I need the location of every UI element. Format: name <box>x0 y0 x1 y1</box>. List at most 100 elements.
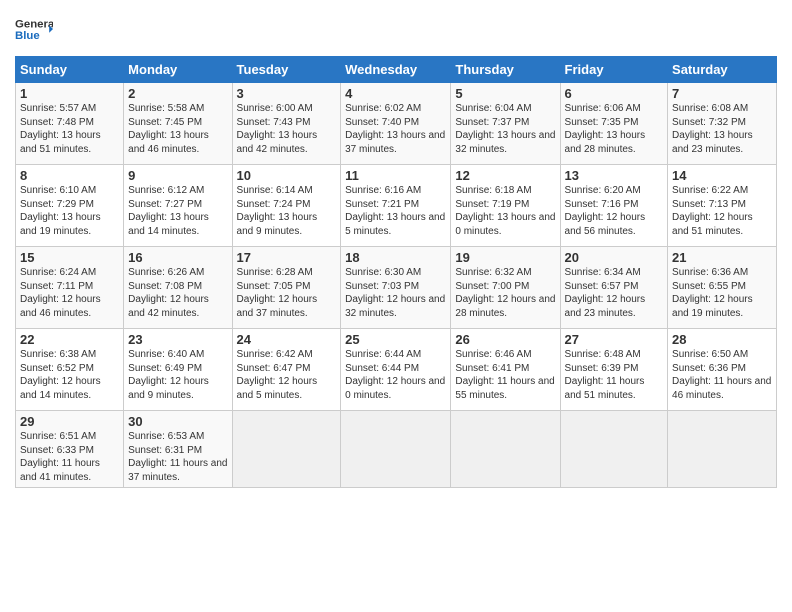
calendar-cell: 7 Sunrise: 6:08 AMSunset: 7:32 PMDayligh… <box>668 83 777 165</box>
day-number: 28 <box>672 332 772 347</box>
day-info: Sunrise: 6:28 AMSunset: 7:05 PMDaylight:… <box>237 267 318 319</box>
calendar-cell: 2 Sunrise: 5:58 AMSunset: 7:45 PMDayligh… <box>124 83 232 165</box>
calendar-cell: 3 Sunrise: 6:00 AMSunset: 7:43 PMDayligh… <box>232 83 341 165</box>
day-info: Sunrise: 6:16 AMSunset: 7:21 PMDaylight:… <box>345 185 445 237</box>
day-number: 4 <box>345 86 446 101</box>
logo: General Blue <box>15 10 53 48</box>
day-info: Sunrise: 6:46 AMSunset: 6:41 PMDaylight:… <box>455 349 554 401</box>
day-info: Sunrise: 6:08 AMSunset: 7:32 PMDaylight:… <box>672 103 753 155</box>
day-number: 21 <box>672 250 772 265</box>
calendar-cell: 12 Sunrise: 6:18 AMSunset: 7:19 PMDaylig… <box>451 165 560 247</box>
calendar-cell: 1 Sunrise: 5:57 AMSunset: 7:48 PMDayligh… <box>16 83 124 165</box>
day-info: Sunrise: 6:20 AMSunset: 7:16 PMDaylight:… <box>565 185 646 237</box>
calendar-cell: 17 Sunrise: 6:28 AMSunset: 7:05 PMDaylig… <box>232 247 341 329</box>
calendar-cell: 24 Sunrise: 6:42 AMSunset: 6:47 PMDaylig… <box>232 329 341 411</box>
day-info: Sunrise: 6:32 AMSunset: 7:00 PMDaylight:… <box>455 267 555 319</box>
day-number: 7 <box>672 86 772 101</box>
calendar-cell <box>560 411 668 488</box>
calendar-cell <box>232 411 341 488</box>
day-number: 30 <box>128 414 227 429</box>
calendar-cell <box>451 411 560 488</box>
day-number: 9 <box>128 168 227 183</box>
day-info: Sunrise: 6:02 AMSunset: 7:40 PMDaylight:… <box>345 103 445 155</box>
col-header-sunday: Sunday <box>16 57 124 83</box>
calendar-cell: 9 Sunrise: 6:12 AMSunset: 7:27 PMDayligh… <box>124 165 232 247</box>
calendar-cell: 16 Sunrise: 6:26 AMSunset: 7:08 PMDaylig… <box>124 247 232 329</box>
day-number: 18 <box>345 250 446 265</box>
calendar-cell: 6 Sunrise: 6:06 AMSunset: 7:35 PMDayligh… <box>560 83 668 165</box>
day-info: Sunrise: 6:48 AMSunset: 6:39 PMDaylight:… <box>565 349 645 401</box>
day-number: 8 <box>20 168 119 183</box>
col-header-tuesday: Tuesday <box>232 57 341 83</box>
day-number: 27 <box>565 332 664 347</box>
calendar-cell: 26 Sunrise: 6:46 AMSunset: 6:41 PMDaylig… <box>451 329 560 411</box>
calendar-cell: 22 Sunrise: 6:38 AMSunset: 6:52 PMDaylig… <box>16 329 124 411</box>
day-info: Sunrise: 6:06 AMSunset: 7:35 PMDaylight:… <box>565 103 646 155</box>
day-number: 20 <box>565 250 664 265</box>
day-number: 29 <box>20 414 119 429</box>
day-info: Sunrise: 6:22 AMSunset: 7:13 PMDaylight:… <box>672 185 753 237</box>
day-number: 2 <box>128 86 227 101</box>
day-number: 11 <box>345 168 446 183</box>
day-info: Sunrise: 6:00 AMSunset: 7:43 PMDaylight:… <box>237 103 318 155</box>
day-info: Sunrise: 6:53 AMSunset: 6:31 PMDaylight:… <box>128 431 227 483</box>
day-number: 24 <box>237 332 337 347</box>
col-header-monday: Monday <box>124 57 232 83</box>
day-info: Sunrise: 6:44 AMSunset: 6:44 PMDaylight:… <box>345 349 445 401</box>
week-row-5: 29 Sunrise: 6:51 AMSunset: 6:33 PMDaylig… <box>16 411 777 488</box>
calendar-table: SundayMondayTuesdayWednesdayThursdayFrid… <box>15 56 777 488</box>
svg-text:Blue: Blue <box>15 30 40 42</box>
col-header-wednesday: Wednesday <box>341 57 451 83</box>
header-row: SundayMondayTuesdayWednesdayThursdayFrid… <box>16 57 777 83</box>
calendar-cell: 8 Sunrise: 6:10 AMSunset: 7:29 PMDayligh… <box>16 165 124 247</box>
day-number: 6 <box>565 86 664 101</box>
day-number: 14 <box>672 168 772 183</box>
day-number: 3 <box>237 86 337 101</box>
day-number: 25 <box>345 332 446 347</box>
day-info: Sunrise: 6:26 AMSunset: 7:08 PMDaylight:… <box>128 267 209 319</box>
day-number: 5 <box>455 86 555 101</box>
calendar-cell: 10 Sunrise: 6:14 AMSunset: 7:24 PMDaylig… <box>232 165 341 247</box>
day-number: 16 <box>128 250 227 265</box>
calendar-cell: 20 Sunrise: 6:34 AMSunset: 6:57 PMDaylig… <box>560 247 668 329</box>
calendar-cell: 4 Sunrise: 6:02 AMSunset: 7:40 PMDayligh… <box>341 83 451 165</box>
calendar-cell: 14 Sunrise: 6:22 AMSunset: 7:13 PMDaylig… <box>668 165 777 247</box>
calendar-cell: 25 Sunrise: 6:44 AMSunset: 6:44 PMDaylig… <box>341 329 451 411</box>
day-info: Sunrise: 6:51 AMSunset: 6:33 PMDaylight:… <box>20 431 100 483</box>
day-info: Sunrise: 6:10 AMSunset: 7:29 PMDaylight:… <box>20 185 101 237</box>
week-row-4: 22 Sunrise: 6:38 AMSunset: 6:52 PMDaylig… <box>16 329 777 411</box>
day-info: Sunrise: 6:42 AMSunset: 6:47 PMDaylight:… <box>237 349 318 401</box>
logo-svg: General Blue <box>15 10 53 48</box>
day-number: 17 <box>237 250 337 265</box>
day-number: 26 <box>455 332 555 347</box>
day-info: Sunrise: 6:40 AMSunset: 6:49 PMDaylight:… <box>128 349 209 401</box>
calendar-cell: 28 Sunrise: 6:50 AMSunset: 6:36 PMDaylig… <box>668 329 777 411</box>
calendar-cell: 27 Sunrise: 6:48 AMSunset: 6:39 PMDaylig… <box>560 329 668 411</box>
day-info: Sunrise: 6:36 AMSunset: 6:55 PMDaylight:… <box>672 267 753 319</box>
day-info: Sunrise: 6:18 AMSunset: 7:19 PMDaylight:… <box>455 185 555 237</box>
day-number: 12 <box>455 168 555 183</box>
day-info: Sunrise: 6:24 AMSunset: 7:11 PMDaylight:… <box>20 267 101 319</box>
calendar-cell: 19 Sunrise: 6:32 AMSunset: 7:00 PMDaylig… <box>451 247 560 329</box>
day-info: Sunrise: 6:50 AMSunset: 6:36 PMDaylight:… <box>672 349 771 401</box>
week-row-2: 8 Sunrise: 6:10 AMSunset: 7:29 PMDayligh… <box>16 165 777 247</box>
calendar-cell <box>668 411 777 488</box>
calendar-cell: 5 Sunrise: 6:04 AMSunset: 7:37 PMDayligh… <box>451 83 560 165</box>
day-info: Sunrise: 6:14 AMSunset: 7:24 PMDaylight:… <box>237 185 318 237</box>
page-container: General Blue SundayMondayTuesdayWednesda… <box>0 0 792 496</box>
week-row-1: 1 Sunrise: 5:57 AMSunset: 7:48 PMDayligh… <box>16 83 777 165</box>
col-header-friday: Friday <box>560 57 668 83</box>
calendar-cell: 11 Sunrise: 6:16 AMSunset: 7:21 PMDaylig… <box>341 165 451 247</box>
day-info: Sunrise: 5:58 AMSunset: 7:45 PMDaylight:… <box>128 103 209 155</box>
calendar-cell: 21 Sunrise: 6:36 AMSunset: 6:55 PMDaylig… <box>668 247 777 329</box>
day-number: 19 <box>455 250 555 265</box>
calendar-cell: 29 Sunrise: 6:51 AMSunset: 6:33 PMDaylig… <box>16 411 124 488</box>
col-header-saturday: Saturday <box>668 57 777 83</box>
svg-text:General: General <box>15 19 53 31</box>
day-info: Sunrise: 5:57 AMSunset: 7:48 PMDaylight:… <box>20 103 101 155</box>
day-number: 23 <box>128 332 227 347</box>
day-info: Sunrise: 6:34 AMSunset: 6:57 PMDaylight:… <box>565 267 646 319</box>
day-number: 1 <box>20 86 119 101</box>
day-info: Sunrise: 6:04 AMSunset: 7:37 PMDaylight:… <box>455 103 555 155</box>
calendar-cell: 18 Sunrise: 6:30 AMSunset: 7:03 PMDaylig… <box>341 247 451 329</box>
